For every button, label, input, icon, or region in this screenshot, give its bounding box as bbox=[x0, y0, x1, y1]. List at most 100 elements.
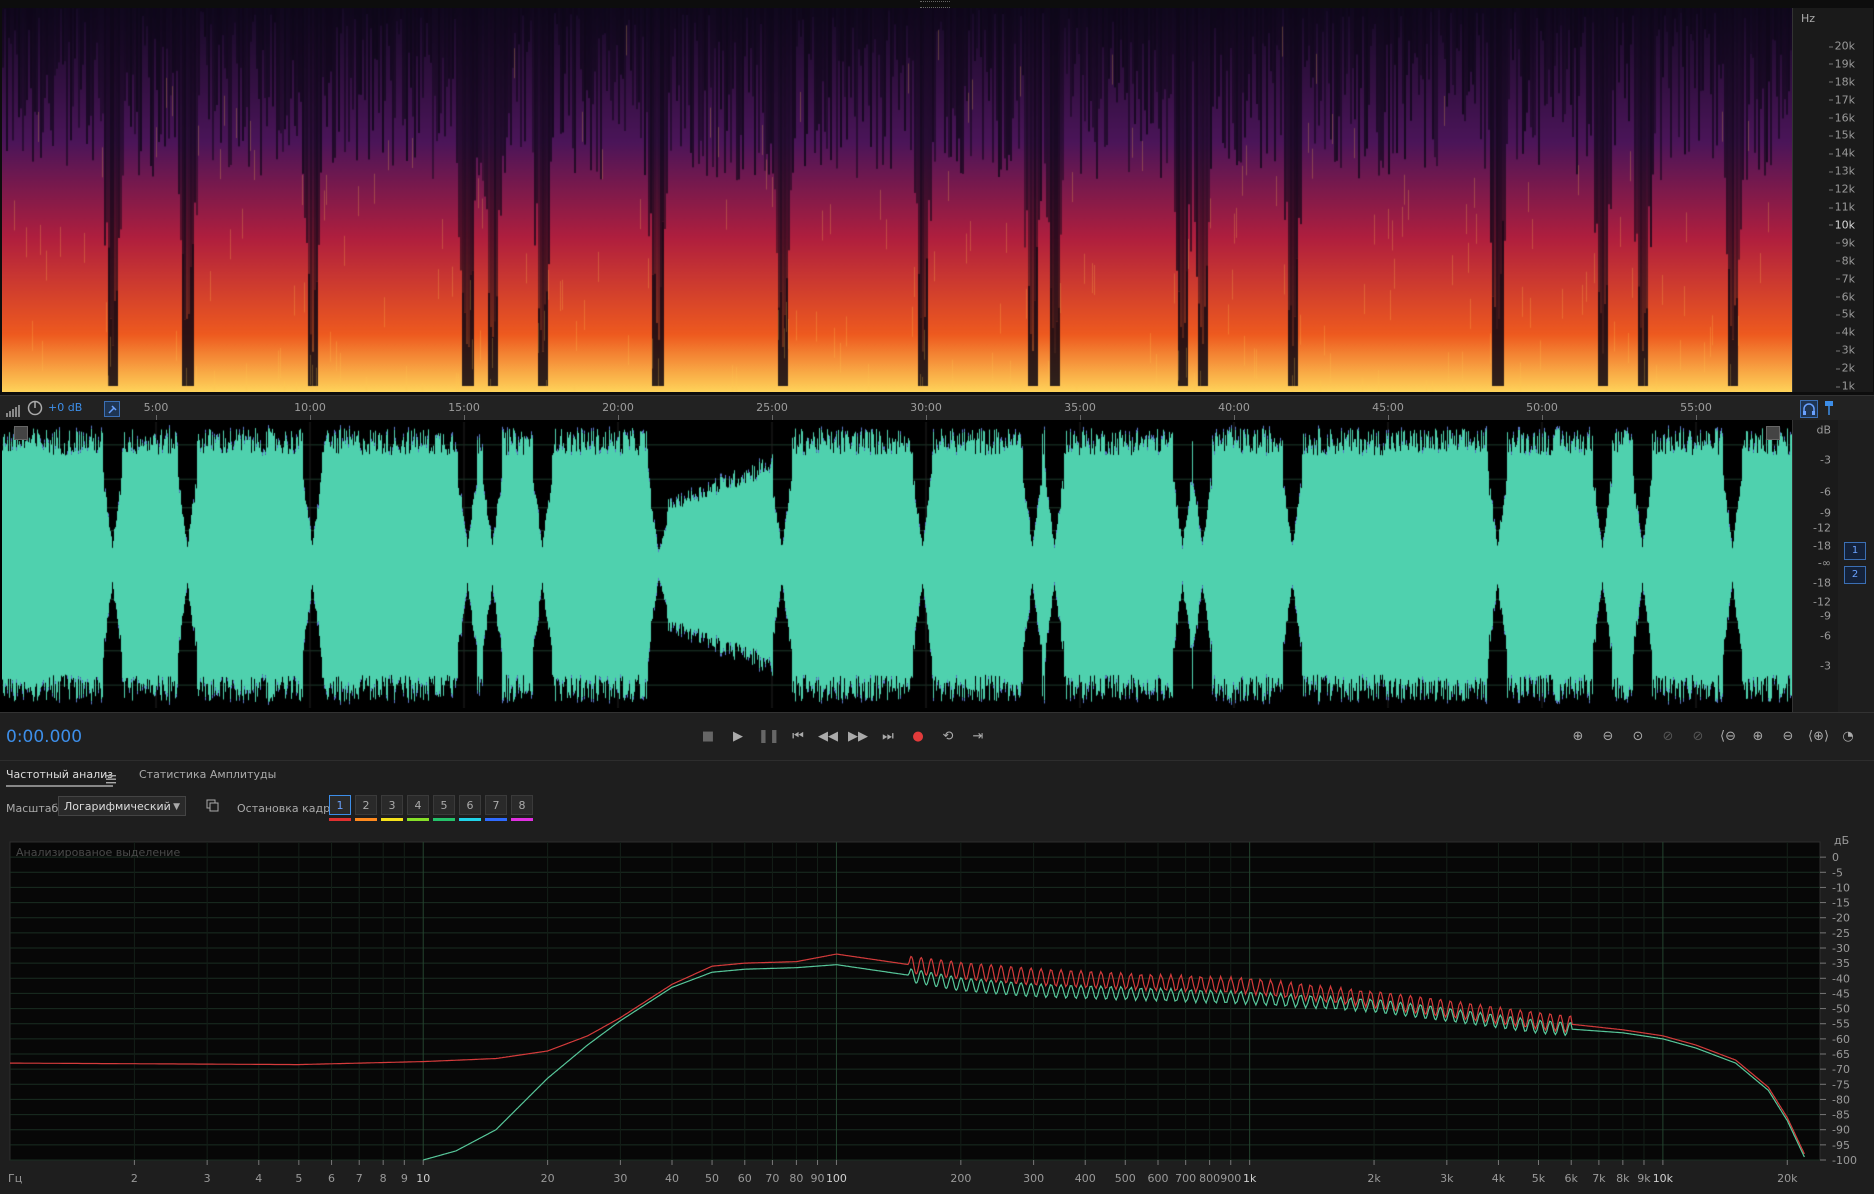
amplitude-ruler[interactable]: dB -3 -6 -9 -12 -18 -∞ -18 -12 -9 -6 -3 bbox=[1792, 420, 1839, 712]
skip-end-icon[interactable]: ⏭ bbox=[878, 727, 898, 747]
skip-selection-icon[interactable]: ⇥ bbox=[968, 727, 988, 747]
amplitude-tick-label: -3 bbox=[1820, 659, 1831, 673]
tab-menu-icon[interactable] bbox=[106, 769, 116, 784]
amplitude-tick-label: -12 bbox=[1813, 595, 1831, 609]
panel-resize-grip[interactable] bbox=[920, 1, 950, 8]
zoom-out-amplitude-icon[interactable]: ⊖ bbox=[1598, 727, 1618, 747]
frequency-tick-label: 19k bbox=[1828, 57, 1855, 71]
zoom-time-icon[interactable]: ◔ bbox=[1838, 727, 1858, 747]
x-tick-label: 10 bbox=[416, 1172, 430, 1185]
waveform-display[interactable] bbox=[2, 422, 1792, 708]
scale-dropdown[interactable]: Логарифмический ▼ bbox=[58, 796, 186, 816]
freeze-frame-color-3 bbox=[381, 818, 403, 821]
gain-knob-icon[interactable] bbox=[27, 400, 43, 416]
amplitude-tick-label: -12 bbox=[1813, 521, 1831, 535]
x-tick-label: 8 bbox=[380, 1172, 387, 1185]
y-tick-label: -85 bbox=[1832, 1109, 1850, 1122]
x-tick-label: 5 bbox=[295, 1172, 302, 1185]
loop-icon[interactable]: ⟲ bbox=[938, 727, 958, 747]
freeze-frame-button-4[interactable]: 4 bbox=[407, 795, 429, 815]
freeze-frame-button-7[interactable]: 7 bbox=[485, 795, 507, 815]
freeze-frame-button-3[interactable]: 3 bbox=[381, 795, 403, 815]
zoom-in-amplitude-icon[interactable]: ⊕ bbox=[1568, 727, 1588, 747]
spectrogram-display[interactable] bbox=[2, 8, 1792, 392]
x-tick-label: 40 bbox=[665, 1172, 679, 1185]
chart-title: Анализированое выделение bbox=[16, 846, 180, 859]
zoom-out-full-icon[interactable]: ⟨⊖ bbox=[1718, 727, 1738, 747]
zoom-selection-icon[interactable]: ⟨⊕⟩ bbox=[1808, 727, 1829, 747]
y-tick-label: -90 bbox=[1832, 1124, 1850, 1137]
current-time-display[interactable]: 0:00.000 bbox=[6, 727, 82, 747]
stop-icon[interactable]: ■ bbox=[698, 727, 718, 747]
headphones-icon[interactable] bbox=[1800, 400, 1818, 418]
frequency-tick-label: 13k bbox=[1828, 164, 1855, 178]
freeze-frame-button-8[interactable]: 8 bbox=[511, 795, 533, 815]
waveform-panel[interactable]: dB -3 -6 -9 -12 -18 -∞ -18 -12 -9 -6 -3 1 2 bbox=[0, 420, 1874, 712]
frequency-tick-label: 5k bbox=[1835, 307, 1855, 321]
freeze-frame-color-4 bbox=[407, 818, 429, 821]
time-tick-label: 15:00 bbox=[448, 401, 480, 414]
freeze-frame-button-1[interactable]: 1 bbox=[329, 795, 351, 815]
marker-pin-icon[interactable] bbox=[1822, 400, 1836, 416]
skip-start-icon[interactable]: ⏮ bbox=[788, 727, 808, 747]
time-tick-label: 55:00 bbox=[1680, 401, 1712, 414]
fast-forward-icon[interactable]: ▶▶ bbox=[848, 727, 868, 747]
y-tick-label: -50 bbox=[1832, 1003, 1850, 1016]
amplitude-tick-label: -9 bbox=[1820, 506, 1831, 520]
frequency-tick-label: 2k bbox=[1835, 361, 1855, 375]
y-tick-label: -95 bbox=[1832, 1139, 1850, 1152]
time-tick-label: 20:00 bbox=[602, 401, 634, 414]
y-tick-label: -40 bbox=[1832, 972, 1850, 985]
amplitude-tick-label: -6 bbox=[1820, 629, 1831, 643]
y-tick-label: -30 bbox=[1832, 942, 1850, 955]
zoom-disabled-icon[interactable]: ⊘ bbox=[1688, 727, 1708, 747]
x-tick-label: 8k bbox=[1616, 1172, 1630, 1185]
chevron-down-icon: ▼ bbox=[173, 802, 180, 812]
frequency-tick-label: 14k bbox=[1828, 146, 1855, 160]
frequency-ruler[interactable]: Hz 20k 19k 18k 17k 16k 15k 14k 13k 12k 11k 10k 9k 8k… bbox=[1792, 8, 1873, 393]
freeze-frame-button-2[interactable]: 2 bbox=[355, 795, 377, 815]
x-tick-label: 20 bbox=[541, 1172, 555, 1185]
channel-1-toggle[interactable]: 1 bbox=[1844, 542, 1866, 560]
rewind-icon[interactable]: ◀◀ bbox=[818, 727, 838, 747]
x-tick-label: 80 bbox=[789, 1172, 803, 1185]
amplitude-tick-label: -3 bbox=[1820, 453, 1831, 467]
y-tick-label: -20 bbox=[1832, 912, 1850, 925]
copy-icon[interactable] bbox=[206, 798, 220, 812]
freeze-frame-button-5[interactable]: 5 bbox=[433, 795, 455, 815]
pin-icon[interactable] bbox=[104, 401, 120, 417]
time-tick-label: 40:00 bbox=[1218, 401, 1250, 414]
tab-amplitude-statistics[interactable]: Статистика Амплитуды bbox=[139, 768, 276, 781]
y-tick-label: -75 bbox=[1832, 1078, 1850, 1091]
pause-icon[interactable]: ❚❚ bbox=[758, 727, 780, 747]
y-tick-label: -55 bbox=[1832, 1018, 1850, 1031]
timeline-ruler[interactable]: +0 dB 5:00 10:00 15:00 20:00 25:00 30:00 35:00… bbox=[0, 395, 1874, 422]
freeze-frame-button-6[interactable]: 6 bbox=[459, 795, 481, 815]
level-meter-icon[interactable] bbox=[6, 402, 20, 417]
x-tick-label: 800 bbox=[1199, 1172, 1220, 1185]
channel-2-toggle[interactable]: 2 bbox=[1844, 566, 1866, 584]
zoom-disabled-icon[interactable]: ⊘ bbox=[1658, 727, 1678, 747]
frequency-analysis-panel[interactable]: 0 -5 -10 -15 -20 -25 -30 -35 -40 -45 -50 -55 -60 -65 -… bbox=[0, 830, 1874, 1194]
frequency-analysis-chart[interactable]: 0 -5 -10 -15 -20 -25 -30 -35 -40 -45 -50 -55 -60 -65 -… bbox=[0, 830, 1874, 1194]
frequency-tick-label: 6k bbox=[1835, 290, 1855, 304]
zoom-in-icon[interactable]: ⊕ bbox=[1748, 727, 1768, 747]
x-tick-label: 3k bbox=[1440, 1172, 1454, 1185]
spectrogram-panel[interactable]: Hz 20k 19k 18k 17k 16k 15k 14k 13k 12k 11k 10k 9k 8k… bbox=[0, 0, 1874, 395]
amplitude-tick-label: -9 bbox=[1820, 609, 1831, 623]
y-tick-label: -60 bbox=[1832, 1033, 1850, 1046]
play-icon[interactable]: ▶ bbox=[728, 727, 748, 747]
freeze-frame-color-7 bbox=[485, 818, 507, 821]
fade-out-handle-icon[interactable] bbox=[1766, 426, 1780, 440]
time-tick-label: 5:00 bbox=[143, 401, 169, 414]
zoom-out-icon[interactable]: ⊖ bbox=[1778, 727, 1798, 747]
zoom-reset-icon[interactable]: ⊙ bbox=[1628, 727, 1648, 747]
tab-frequency-analysis[interactable]: Частотный анализ bbox=[6, 768, 114, 787]
frequency-tick-label: 7k bbox=[1835, 272, 1855, 286]
y-tick-label: -35 bbox=[1832, 957, 1850, 970]
gain-value[interactable]: +0 dB bbox=[48, 401, 82, 414]
record-icon[interactable]: ● bbox=[908, 727, 928, 747]
fade-in-handle-icon[interactable] bbox=[14, 426, 28, 440]
y-tick-label: -70 bbox=[1832, 1063, 1850, 1076]
frequency-tick-label: 10k bbox=[1828, 218, 1855, 232]
